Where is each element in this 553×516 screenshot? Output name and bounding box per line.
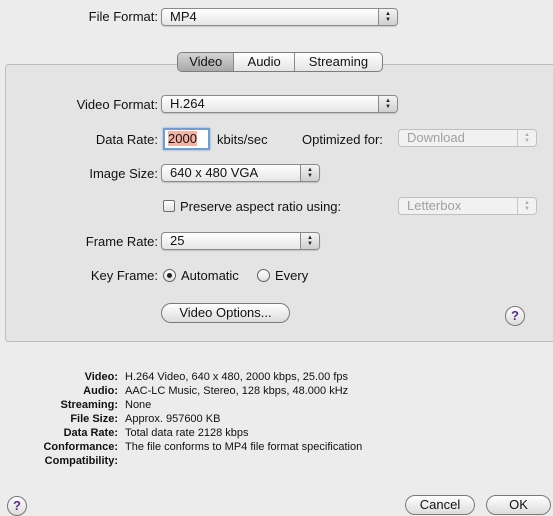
summary-row: File Size: Approx. 957600 KB [70,413,221,425]
data-rate-field[interactable]: 2000 [163,128,210,150]
optimized-for-popup[interactable]: Download ▲ ▼ [398,129,537,147]
summary-row: Conformance: The file conforms to MP4 fil… [43,441,363,453]
summary-row: Data Rate: Total data rate 2128 kbps [63,427,249,439]
file-format-popup[interactable]: MP4 ▲ ▼ [161,8,398,26]
image-size-popup[interactable]: 640 x 480 VGA ▲ ▼ [161,164,320,182]
video-format-label: Video Format: [76,97,158,112]
popup-arrows-icon: ▲ ▼ [517,198,536,214]
optimized-for-value: Download [407,130,465,145]
popup-arrows-icon: ▲ ▼ [378,96,397,112]
file-format-label: File Format: [88,9,158,24]
help-button-panel[interactable]: ? [505,306,525,326]
preserve-aspect-checkbox[interactable] [163,200,175,212]
frame-rate-label: Frame Rate: [85,234,158,249]
key-frame-every-label: Every [275,268,309,283]
image-size-value: 640 x 480 VGA [170,165,259,180]
data-rate-value: 2000 [168,131,197,146]
popup-arrows-icon: ▲ ▼ [517,130,536,146]
video-format-popup[interactable]: H.264 ▲ ▼ [161,95,398,113]
aspect-mode-value: Letterbox [407,198,462,213]
video-format-value: H.264 [170,96,205,111]
frame-rate-popup[interactable]: 25 ▲ ▼ [161,232,320,250]
tab-video[interactable]: Video [178,53,235,71]
tab-audio[interactable]: Audio [234,53,295,71]
tab-streaming[interactable]: Streaming [295,53,382,71]
popup-arrows-icon: ▲ ▼ [300,165,319,181]
key-frame-every-radio[interactable] [257,269,270,282]
ok-button[interactable]: OK [486,495,551,515]
data-rate-unit: kbits/sec [217,132,268,147]
popup-arrows-icon: ▲ ▼ [378,9,397,25]
key-frame-label: Key Frame: [90,268,158,283]
summary-row: Streaming: None [60,399,152,411]
summary-row: Audio: AAC-LC Music, Stereo, 128 kbps, 48… [83,385,349,397]
summary-row: Compatibility: [44,455,118,467]
tab-bar: Video Audio Streaming [177,52,383,72]
help-button-dialog[interactable]: ? [7,496,27,516]
summary-info: Video: H.264 Video, 640 x 480, 2000 kbps,… [10,370,362,468]
popup-arrows-icon: ▲ ▼ [300,233,319,249]
data-rate-label: Data Rate: [95,132,158,147]
cancel-button[interactable]: Cancel [405,495,475,515]
frame-rate-value: 25 [170,233,185,248]
key-frame-automatic-radio[interactable] [163,269,176,282]
image-size-label: Image Size: [89,166,158,181]
summary-row: Video: H.264 Video, 640 x 480, 2000 kbps,… [84,371,349,383]
aspect-mode-popup[interactable]: Letterbox ▲ ▼ [398,197,537,215]
file-format-value: MP4 [170,9,197,24]
preserve-aspect-label: Preserve aspect ratio using: [180,199,342,214]
key-frame-automatic-label: Automatic [181,268,239,283]
optimized-for-label: Optimized for: [302,132,383,147]
video-options-button[interactable]: Video Options... [161,303,290,323]
